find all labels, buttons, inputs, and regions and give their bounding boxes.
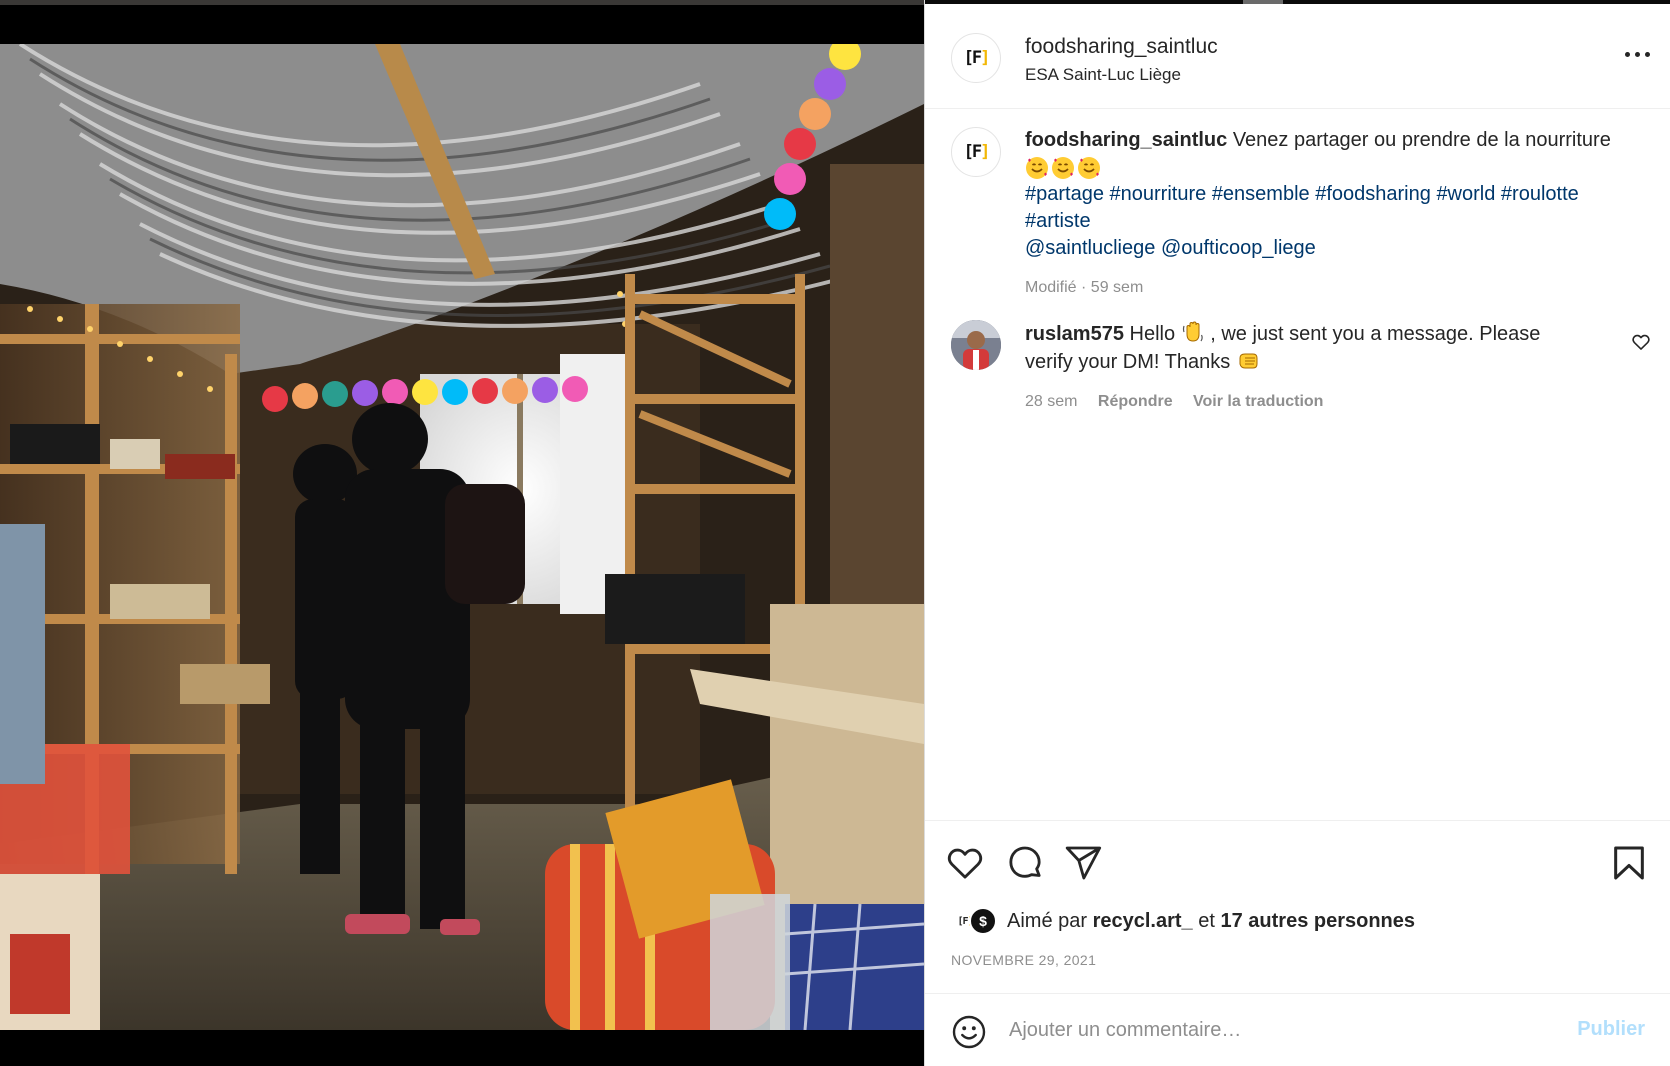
caption-meta: Modifié · 59 sem: [1025, 279, 1144, 296]
hashtag-link[interactable]: #ensemble: [1212, 183, 1310, 205]
post-actions: [F] $ Aimé par recycl.art_ et 17 autres …: [925, 820, 1670, 1066]
caption-username[interactable]: foodsharing_saintluc: [1025, 129, 1227, 151]
comment-body: ruslam575 Hello , we just sent you a mes…: [1025, 320, 1585, 415]
waving-hand-icon: [1182, 321, 1203, 342]
caption-avatar[interactable]: [F]: [951, 127, 1001, 177]
smiling-face-with-hearts-icon: [1026, 156, 1048, 179]
hashtag-link[interactable]: #roulotte: [1501, 183, 1579, 205]
emoji-picker-icon[interactable]: [951, 1014, 987, 1050]
comment-icon[interactable]: [1005, 843, 1045, 883]
commenter-avatar[interactable]: [951, 320, 1001, 370]
liked-by-and: et: [1198, 909, 1215, 932]
liked-by-prefix: Aimé par: [1007, 909, 1088, 932]
comments-section[interactable]: [F] foodsharing_saintluc Venez partager …: [925, 110, 1670, 820]
caption-emojis: [1025, 156, 1101, 180]
post-media[interactable]: [0, 0, 924, 1066]
media-top-strip: [0, 0, 924, 5]
hashtag-link[interactable]: #artiste: [1025, 210, 1091, 232]
likes-text: Aimé par recycl.art_ et 17 autres person…: [1007, 910, 1415, 933]
liked-by-username[interactable]: recycl.art_: [1093, 910, 1193, 932]
more-options-button[interactable]: [1619, 42, 1655, 66]
post-header: [F] foodsharing_saintluc ESA Saint-Luc L…: [925, 4, 1670, 109]
comment-time: 28 sem: [1025, 393, 1078, 410]
comment-input[interactable]: [1009, 1012, 1529, 1048]
post-photo[interactable]: [0, 44, 924, 1030]
left-facing-fist-icon: [1239, 353, 1258, 369]
caption-text: Venez partager ou prendre de la nourritu…: [1232, 129, 1611, 151]
comment-meta: 28 sem Répondre Voir la traduction: [1025, 388, 1585, 415]
bookmark-icon[interactable]: [1609, 843, 1649, 883]
smiling-face-with-hearts-icon: [1078, 156, 1100, 179]
hashtag-link[interactable]: #world: [1436, 183, 1495, 205]
likes-summary[interactable]: [F] $ Aimé par recycl.art_ et 17 autres …: [951, 903, 1415, 939]
smiling-face-with-hearts-icon: [1052, 156, 1074, 179]
mention-link[interactable]: @saintlucliege: [1025, 237, 1155, 259]
post-location[interactable]: ESA Saint-Luc Liège: [1025, 65, 1181, 85]
share-icon[interactable]: [1063, 843, 1103, 883]
account-username[interactable]: foodsharing_saintluc: [1025, 35, 1218, 59]
liker-avatar-second: $: [969, 907, 997, 935]
liked-by-others[interactable]: 17 autres personnes: [1220, 910, 1415, 932]
reply-button[interactable]: Répondre: [1098, 393, 1173, 410]
hashtag-link[interactable]: #foodsharing: [1315, 183, 1431, 205]
caption-body: foodsharing_saintluc Venez partager ou p…: [1025, 127, 1651, 301]
comment-text-start: Hello: [1129, 323, 1176, 345]
foodsharing-logo-icon: [F]: [963, 142, 991, 162]
comment-like-heart-icon[interactable]: [1631, 332, 1651, 352]
post-photo-illustration: [0, 44, 924, 1030]
publish-button[interactable]: Publier: [1577, 1018, 1645, 1041]
post-details-panel: [F] foodsharing_saintluc ESA Saint-Luc L…: [924, 0, 1670, 1066]
heart-icon[interactable]: [945, 843, 985, 883]
hashtag-link[interactable]: #partage: [1025, 183, 1104, 205]
see-translation-button[interactable]: Voir la traduction: [1193, 393, 1323, 410]
foodsharing-logo-icon: [F]: [963, 48, 991, 68]
hashtag-link[interactable]: #nourriture: [1110, 183, 1207, 205]
post-date[interactable]: NOVEMBRE 29, 2021: [951, 952, 1096, 968]
commenter-photo: [951, 320, 1001, 370]
more-dot-icon: [1624, 51, 1630, 57]
dollar-icon: $: [979, 913, 987, 929]
add-comment-bar: Publier: [925, 993, 1670, 1066]
mention-link[interactable]: @oufticoop_liege: [1161, 237, 1316, 259]
commenter-username[interactable]: ruslam575: [1025, 323, 1124, 345]
account-avatar[interactable]: [F]: [951, 33, 1001, 83]
